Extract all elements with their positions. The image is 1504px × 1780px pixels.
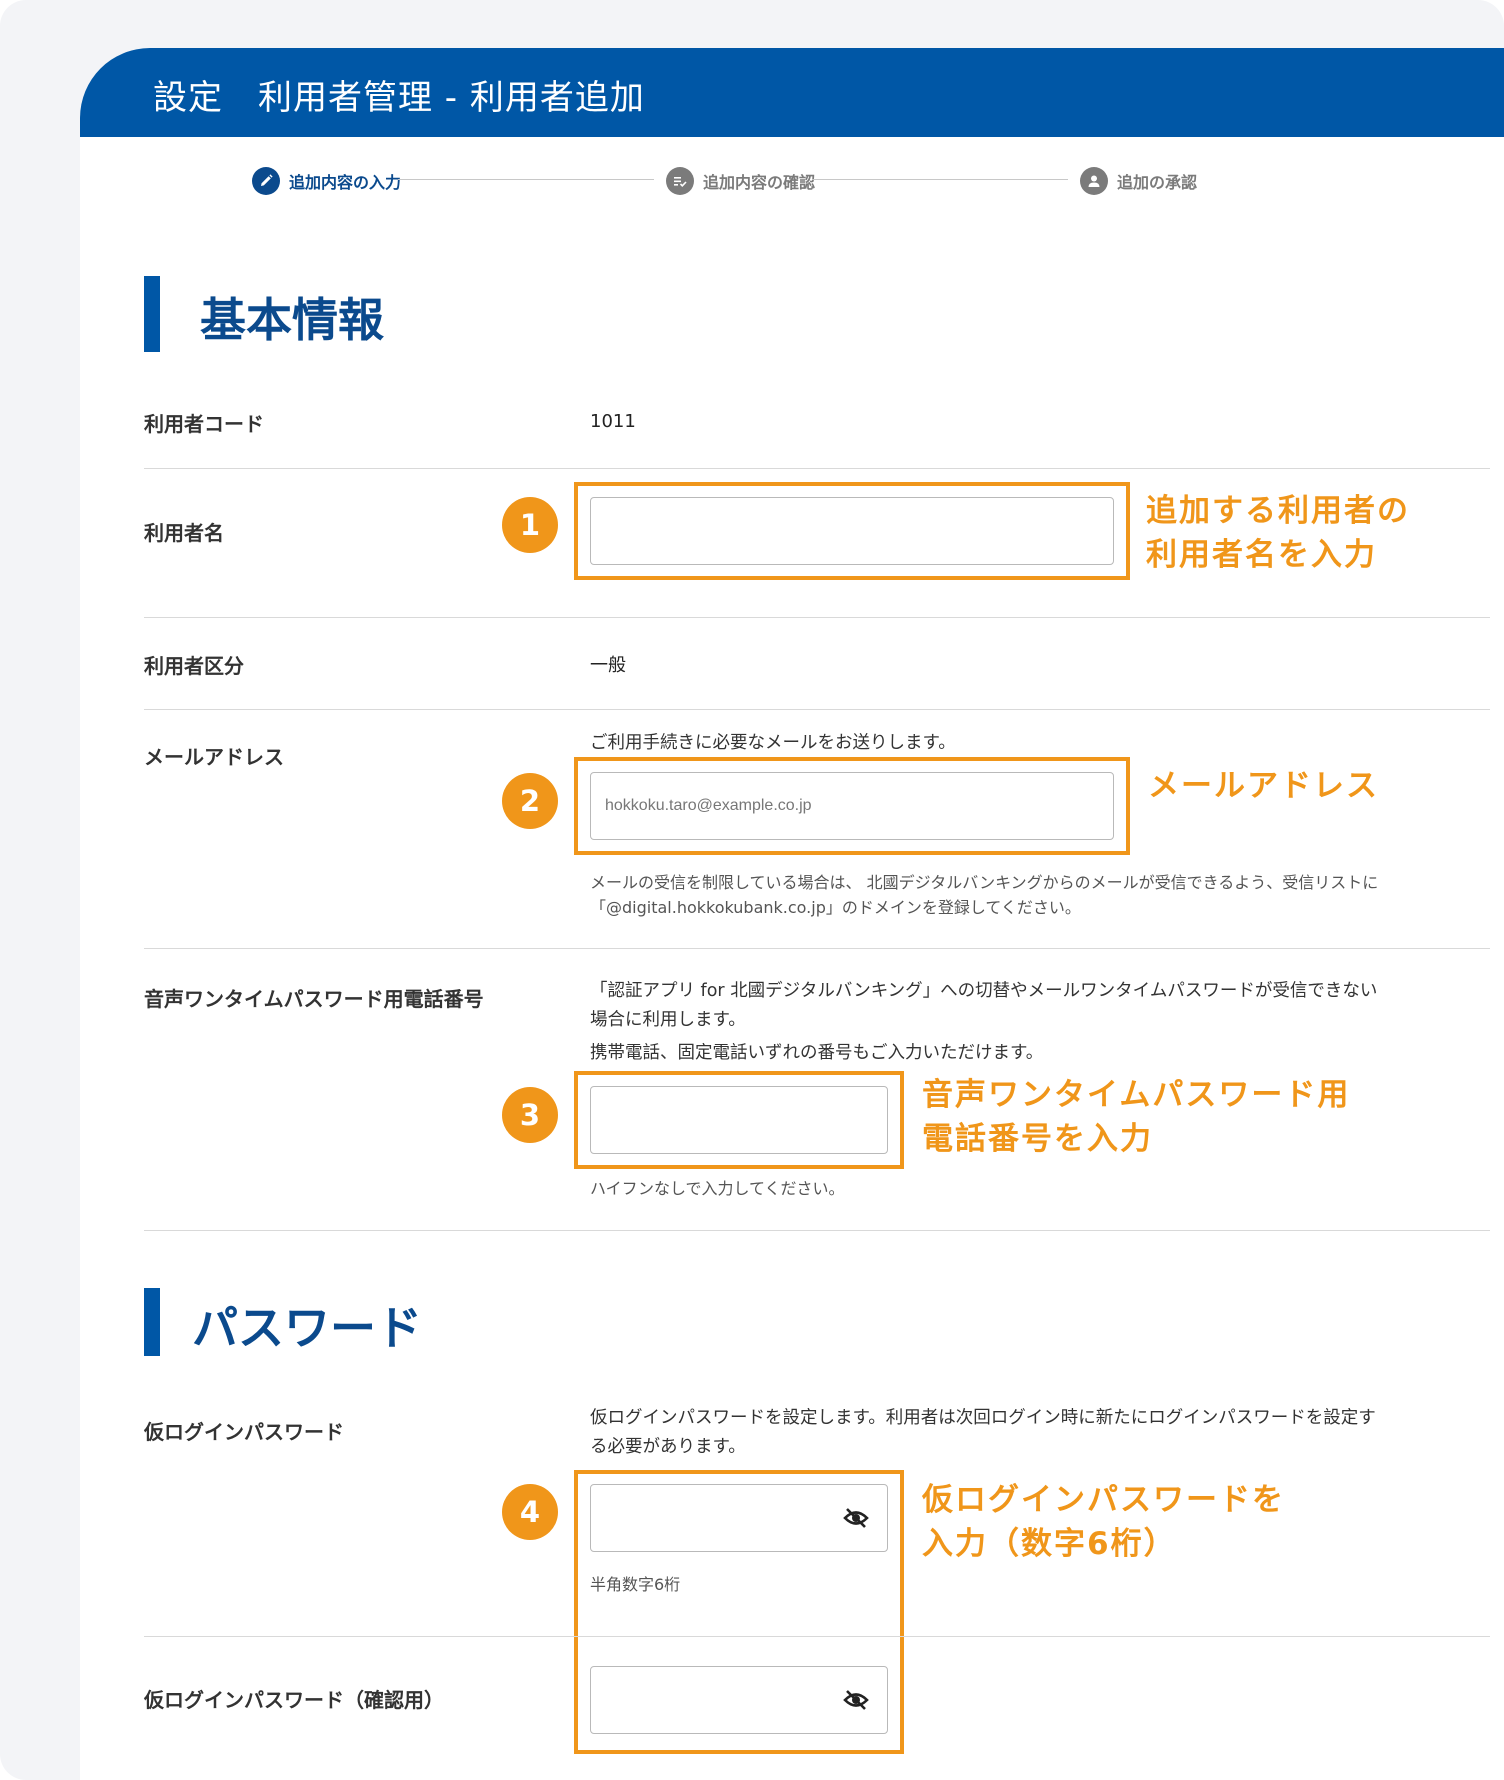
phone-help-text: 「認証アプリ for 北國デジタルバンキング」への切替やメールワンタイムパスワー… bbox=[590, 977, 1377, 1068]
list-check-icon bbox=[666, 167, 694, 195]
divider bbox=[144, 617, 1490, 618]
temp-password-label: 仮ログインパスワード bbox=[144, 1420, 344, 1444]
page-card: 設定 利用者管理 - 利用者追加 追加内容の入力 追加内容の確認 追加の承認 基… bbox=[80, 48, 1504, 1780]
screenshot-frame: 設定 利用者管理 - 利用者追加 追加内容の入力 追加内容の確認 追加の承認 基… bbox=[0, 0, 1504, 1780]
phone-input[interactable] bbox=[590, 1086, 888, 1154]
callout-badge-4: 4 bbox=[502, 1484, 558, 1540]
step-connector bbox=[398, 179, 654, 180]
section-marker bbox=[144, 276, 160, 352]
phone-label: 音声ワンタイムパスワード用電話番号 bbox=[144, 987, 484, 1011]
temp-password-confirm-label: 仮ログインパスワード（確認用） bbox=[144, 1688, 444, 1712]
callout-text-4: 仮ログインパスワードを 入力（数字6桁） bbox=[922, 1478, 1285, 1566]
temp-password-note: 半角数字6桁 bbox=[590, 1575, 681, 1594]
email-input[interactable] bbox=[590, 772, 1114, 840]
help-line: る必要があります。 bbox=[590, 1437, 746, 1457]
step-label: 追加の承認 bbox=[1117, 173, 1198, 192]
callout-line: 利用者名を入力 bbox=[1146, 537, 1377, 573]
step-approve: 追加の承認 bbox=[1080, 166, 1197, 196]
callout-line: 電話番号を入力 bbox=[922, 1121, 1153, 1157]
callout-line: 入力（数字6桁） bbox=[922, 1526, 1177, 1562]
pencil-icon bbox=[252, 167, 280, 195]
user-type-value: 一般 bbox=[590, 655, 626, 676]
callout-badge-2: 2 bbox=[502, 773, 558, 829]
step-connector bbox=[812, 179, 1068, 180]
note-line: 「@digital.hokkokubank.co.jp」のドメインを登録してくだ… bbox=[590, 898, 1081, 917]
note-line: メールの受信を制限している場合は、 北國デジタルバンキングからのメールが受信でき… bbox=[590, 873, 1379, 892]
user-name-input[interactable] bbox=[590, 497, 1114, 565]
page-title: 設定 利用者管理 - 利用者追加 bbox=[153, 78, 645, 118]
divider bbox=[144, 709, 1490, 710]
step-label: 追加内容の入力 bbox=[289, 173, 402, 192]
phone-note: ハイフンなしで入力してください。 bbox=[590, 1179, 845, 1198]
user-name-label: 利用者名 bbox=[144, 521, 224, 545]
email-help-text: ご利用手続きに必要なメールをお送りします。 bbox=[590, 733, 956, 753]
callout-line: メールアドレス bbox=[1148, 768, 1379, 804]
help-line: 場合に利用します。 bbox=[590, 1010, 746, 1030]
callout-line: 音声ワンタイムパスワード用 bbox=[922, 1077, 1351, 1113]
help-line: 携帯電話、固定電話いずれの番号もご入力いただけます。 bbox=[590, 1043, 1044, 1063]
help-line: 「認証アプリ for 北國デジタルバンキング」への切替やメールワンタイムパスワー… bbox=[590, 981, 1378, 1001]
email-note: メールの受信を制限している場合は、 北國デジタルバンキングからのメールが受信でき… bbox=[590, 870, 1378, 920]
eye-slash-icon[interactable] bbox=[842, 1689, 870, 1711]
step-label: 追加内容の確認 bbox=[703, 173, 816, 192]
section-marker bbox=[144, 1288, 160, 1356]
user-type-label: 利用者区分 bbox=[144, 654, 244, 678]
divider bbox=[144, 468, 1490, 469]
callout-line: 仮ログインパスワードを bbox=[922, 1482, 1285, 1518]
email-label: メールアドレス bbox=[144, 745, 284, 769]
callout-badge-1: 1 bbox=[502, 497, 558, 553]
eye-slash-icon[interactable] bbox=[842, 1507, 870, 1529]
temp-password-help: 仮ログインパスワードを設定します。利用者は次回ログイン時に新たにログインパスワー… bbox=[590, 1404, 1376, 1462]
section-title-password: パスワード bbox=[192, 1301, 422, 1355]
page-header: 設定 利用者管理 - 利用者追加 bbox=[80, 48, 1504, 137]
user-code-label: 利用者コード bbox=[144, 412, 264, 436]
step-input: 追加内容の入力 bbox=[252, 166, 401, 196]
divider bbox=[144, 1230, 1490, 1231]
callout-line: 追加する利用者の bbox=[1146, 493, 1410, 529]
user-code-value: 1011 bbox=[590, 411, 636, 432]
step-confirm: 追加内容の確認 bbox=[666, 166, 815, 196]
callout-text-1: 追加する利用者の 利用者名を入力 bbox=[1146, 489, 1410, 577]
help-line: 仮ログインパスワードを設定します。利用者は次回ログイン時に新たにログインパスワー… bbox=[590, 1408, 1376, 1428]
callout-badge-3: 3 bbox=[502, 1087, 558, 1143]
divider bbox=[144, 948, 1490, 949]
divider bbox=[144, 1636, 1490, 1637]
section-title-basic: 基本情報 bbox=[200, 293, 384, 347]
user-icon bbox=[1080, 167, 1108, 195]
callout-text-3: 音声ワンタイムパスワード用 電話番号を入力 bbox=[922, 1073, 1350, 1161]
progress-stepper: 追加内容の入力 追加内容の確認 追加の承認 bbox=[80, 137, 1504, 227]
